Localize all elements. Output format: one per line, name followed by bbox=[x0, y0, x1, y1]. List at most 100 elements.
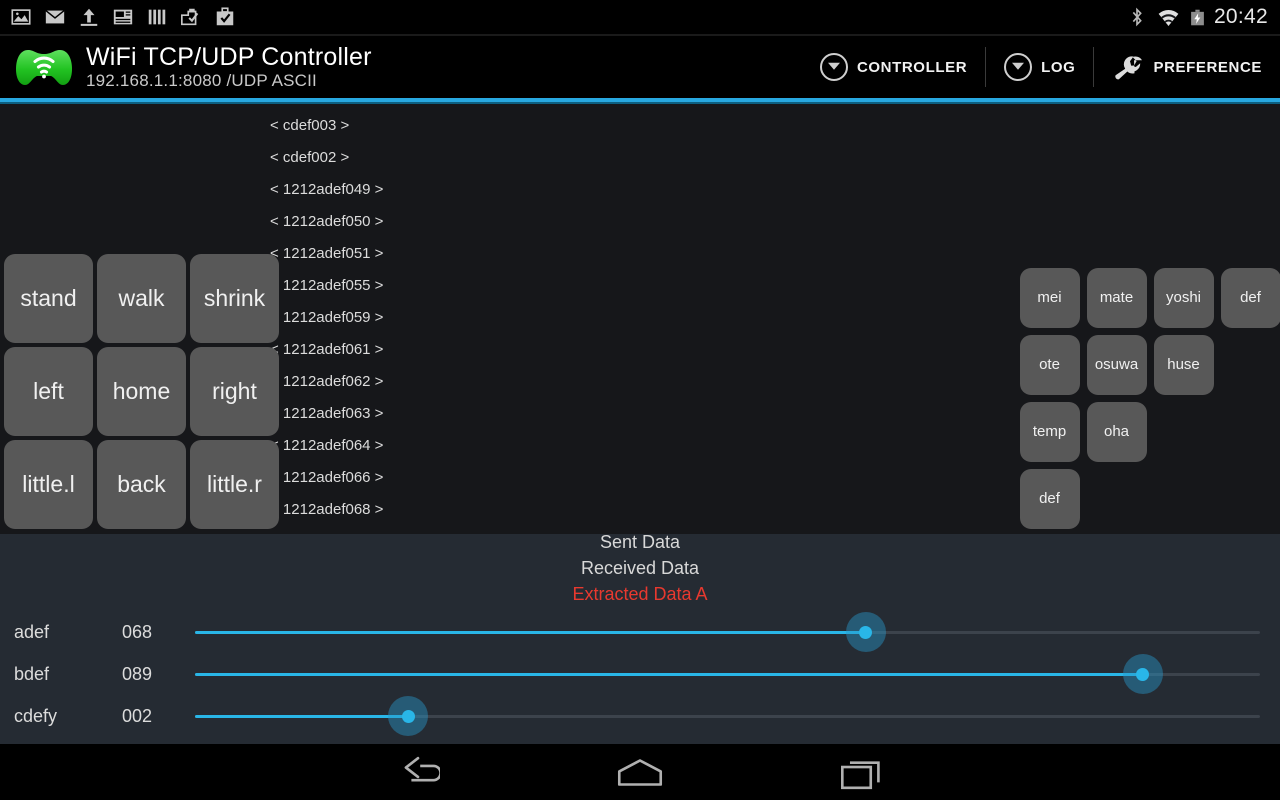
slider-row-adef: adef 068 bbox=[0, 611, 1280, 653]
nav-recents-button[interactable] bbox=[787, 744, 937, 800]
log-menu-button[interactable]: LOG bbox=[986, 44, 1093, 90]
command-button-def-2[interactable]: def bbox=[1019, 468, 1080, 529]
connection-info: 192.168.1.1:8080 /UDP ASCII bbox=[86, 71, 317, 90]
command-button-oha[interactable]: oha bbox=[1086, 401, 1147, 462]
action-bar-actions: CONTROLLER LOG PREFERENCE bbox=[802, 36, 1280, 98]
data-display-labels: Sent Data Received Data Extracted Data A bbox=[0, 529, 1280, 607]
command-button-yoshi[interactable]: yoshi bbox=[1153, 267, 1214, 328]
log-line: < 1212adef062 > bbox=[270, 373, 384, 390]
command-button-huse[interactable]: huse bbox=[1153, 334, 1214, 395]
log-line: < 1212adef055 > bbox=[270, 277, 384, 294]
log-line: < 1212adef064 > bbox=[270, 437, 384, 454]
command-button-osuwa[interactable]: osuwa bbox=[1086, 334, 1147, 395]
recents-icon bbox=[841, 760, 880, 789]
system-navigation-bar bbox=[0, 744, 1280, 800]
grid-empty-slot bbox=[1154, 469, 1214, 529]
status-bar-clock: 20:42 bbox=[1213, 5, 1268, 28]
grid-empty-slot bbox=[1087, 469, 1147, 529]
preference-label: PREFERENCE bbox=[1153, 58, 1262, 76]
log-line: < cdef003 > bbox=[270, 117, 350, 134]
command-button-left[interactable]: left bbox=[4, 347, 93, 436]
wrench-icon bbox=[1115, 56, 1143, 80]
gamepad-wifi-logo bbox=[14, 44, 74, 90]
grid-empty-slot bbox=[1221, 469, 1280, 529]
command-button-stand[interactable]: stand bbox=[4, 254, 93, 343]
received-data-label: Received Data bbox=[580, 558, 700, 578]
news-icon bbox=[113, 9, 133, 25]
log-line: < 1212adef049 > bbox=[270, 181, 384, 198]
grid-empty-slot bbox=[1221, 402, 1280, 462]
bluetooth-icon bbox=[1132, 7, 1142, 27]
home-icon bbox=[617, 758, 663, 786]
slider-label-cdefy: cdefy bbox=[14, 705, 58, 726]
slider-thumb-cdefy[interactable] bbox=[388, 696, 428, 736]
log-output-list[interactable]: < cdef003 > < cdef002 > < 1212adef049 > … bbox=[270, 110, 500, 526]
image-icon bbox=[11, 9, 31, 25]
slider-value-bdef: 089 bbox=[122, 663, 153, 684]
battery-charging-icon bbox=[1191, 9, 1204, 25]
mail-icon bbox=[45, 10, 65, 24]
chevron-down-circle-icon bbox=[1004, 53, 1033, 81]
nav-back-button[interactable] bbox=[343, 744, 493, 800]
wifi-icon bbox=[1158, 9, 1179, 26]
grid-empty-slot bbox=[1154, 402, 1214, 462]
command-button-temp[interactable]: temp bbox=[1019, 401, 1080, 462]
extracted-data-label: Extracted Data A bbox=[572, 584, 708, 604]
log-line: < 1212adef068 > bbox=[270, 501, 384, 518]
command-button-walk[interactable]: walk bbox=[97, 254, 186, 343]
app-title: WiFi TCP/UDP Controller bbox=[86, 43, 372, 71]
command-button-little-r[interactable]: little.r bbox=[190, 440, 279, 529]
log-line: < 1212adef059 > bbox=[270, 309, 384, 326]
slider-value-adef: 068 bbox=[122, 621, 153, 642]
preference-button[interactable]: PREFERENCE bbox=[1094, 44, 1280, 90]
slider-track-cdefy[interactable] bbox=[195, 696, 1260, 736]
main-content: < cdef003 > < cdef002 > < 1212adef049 > … bbox=[0, 104, 1280, 744]
command-button-little-l[interactable]: little.l bbox=[4, 440, 93, 529]
briefcase-check-icon bbox=[216, 7, 234, 26]
sent-data-label: Sent Data bbox=[599, 532, 681, 552]
equalizer-icon bbox=[148, 9, 166, 25]
slider-thumb-adef[interactable] bbox=[845, 612, 886, 652]
log-line: < 1212adef061 > bbox=[270, 341, 384, 358]
controller-menu-button[interactable]: CONTROLLER bbox=[802, 44, 985, 90]
command-button-back[interactable]: back bbox=[97, 440, 186, 529]
command-button-shrink[interactable]: shrink bbox=[190, 254, 279, 343]
right-command-button-grid: mei mate yoshi def ote osuwa huse temp o… bbox=[1016, 264, 1280, 532]
slider-track-bdef[interactable] bbox=[195, 654, 1260, 694]
app-titles: WiFi TCP/UDP Controller 192.168.1.1:8080… bbox=[86, 43, 372, 91]
log-line: < 1212adef050 > bbox=[270, 213, 384, 230]
slider-fill-adef bbox=[195, 630, 866, 634]
slider-thumb-bdef[interactable] bbox=[1122, 654, 1163, 694]
status-bar-notification-icons bbox=[0, 6, 236, 28]
app-window: 20:42 WiFi TCP/UDP Controller 192.168.1.… bbox=[0, 0, 1280, 800]
command-button-right[interactable]: right bbox=[190, 347, 279, 436]
back-icon bbox=[404, 756, 440, 782]
command-button-mate[interactable]: mate bbox=[1086, 267, 1147, 328]
log-line: < cdef002 > bbox=[270, 149, 350, 166]
chevron-down-circle-icon bbox=[819, 53, 848, 81]
action-bar: WiFi TCP/UDP Controller 192.168.1.1:8080… bbox=[0, 36, 1280, 98]
left-command-button-grid: stand walk shrink left home right little… bbox=[2, 252, 281, 531]
slider-label-adef: adef bbox=[14, 621, 50, 642]
log-line: < 1212adef063 > bbox=[270, 405, 384, 422]
log-menu-label: LOG bbox=[1041, 58, 1076, 76]
controller-menu-label: CONTROLLER bbox=[856, 58, 968, 76]
slider-row-bdef: bdef 089 bbox=[0, 653, 1280, 695]
command-button-home[interactable]: home bbox=[97, 347, 186, 436]
grid-empty-slot bbox=[1221, 335, 1280, 395]
upload-icon bbox=[80, 8, 98, 26]
command-button-ote[interactable]: ote bbox=[1019, 334, 1080, 395]
status-bar: 20:42 bbox=[0, 0, 1280, 34]
slider-label-bdef: bdef bbox=[14, 663, 50, 684]
status-bar-system-icons: 20:42 bbox=[1126, 5, 1280, 30]
nav-home-button[interactable] bbox=[565, 744, 715, 800]
slider-fill-bdef bbox=[195, 672, 1143, 676]
slider-value-cdefy: 002 bbox=[122, 705, 153, 726]
command-button-mei[interactable]: mei bbox=[1019, 267, 1080, 328]
slider-track-adef[interactable] bbox=[195, 612, 1260, 652]
command-button-def-1[interactable]: def bbox=[1220, 267, 1280, 328]
log-line: < 1212adef051 > bbox=[270, 245, 384, 262]
slider-row-cdefy: cdefy 002 bbox=[0, 695, 1280, 737]
